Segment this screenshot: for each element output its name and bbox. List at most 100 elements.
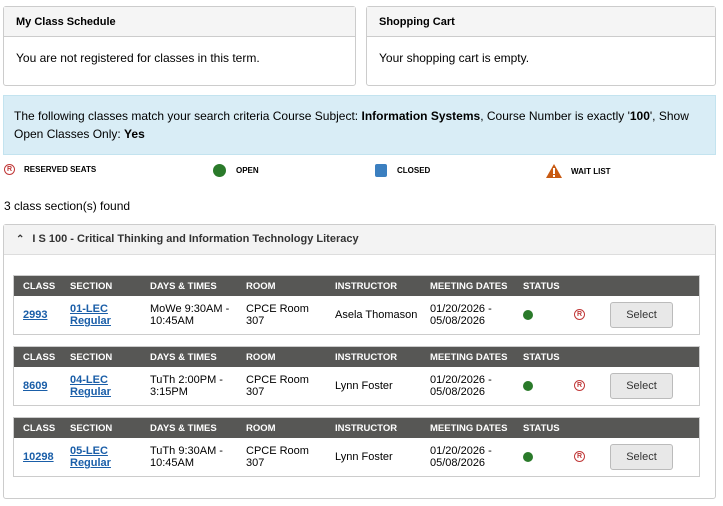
closed-icon [375,164,387,177]
dates-line: 01/20/2026 - [430,374,492,386]
legend-label: WAIT LIST [571,166,611,176]
column-header-room: ROOM [246,423,276,434]
days-line: TuTh 2:00PM - [150,374,223,386]
legend-waitlist: WAIT LIST [546,164,611,178]
days-line: 10:45AM [150,457,195,469]
dates-line: 05/08/2026 [430,315,486,327]
column-header-days: DAYS & TIMES [150,423,217,434]
column-header-section: SECTION [70,423,113,434]
table-header-row: CLASS SECTION DAYS & TIMES ROOM INSTRUCTOR ME… [14,418,699,438]
dates-line: 01/20/2026 - [430,445,492,457]
column-header-class: CLASS [23,352,56,363]
open-icon [213,164,226,177]
results-count: 3 class section(s) found [4,199,131,213]
column-header-instructor: INSTRUCTOR [335,352,398,363]
section-type[interactable]: Regular [70,315,111,327]
reserved-seats-icon: R [574,309,585,320]
meeting-dates: 01/20/2026 -05/08/2026 [430,374,492,398]
room-line: 307 [246,386,265,398]
select-button[interactable]: Select [610,444,673,470]
column-header-status: STATUS [523,352,560,363]
criteria-number: 100 [629,109,650,123]
meeting-dates: 01/20/2026 -05/08/2026 [430,445,492,469]
column-header-dates: MEETING DATES [430,423,508,434]
meeting-dates: 01/20/2026 -05/08/2026 [430,303,492,327]
days-line: 3:15PM [150,386,188,398]
days-times: TuTh 9:30AM -10:45AM [150,445,223,469]
section-code[interactable]: 04-LEC [70,374,108,386]
wait-list-icon [546,164,562,178]
column-header-dates: MEETING DATES [430,352,508,363]
legend-label: RESERVED SEATS [24,165,97,174]
room: CPCE Room 307 [246,445,309,469]
class-number-link[interactable]: 10298 [23,451,54,463]
column-header-class: CLASS [23,423,56,434]
table-header-row: CLASS SECTION DAYS & TIMES ROOM INSTRUCTOR ME… [14,347,699,367]
column-header-class: CLASS [23,281,56,292]
days-line: 10:45AM [150,315,195,327]
room: CPCE Room 307 [246,303,309,327]
shopping-cart-panel: Shopping Cart Your shopping cart is empt… [366,6,716,86]
column-header-section: SECTION [70,352,113,363]
days-line: MoWe 9:30AM - [150,303,230,315]
class-number-link[interactable]: 2993 [23,309,47,321]
legend-closed: CLOSED [375,164,430,177]
reserved-seats-icon: R [4,164,15,175]
legend-open: OPEN [213,164,259,177]
select-button[interactable]: Select [610,373,673,399]
room-line: CPCE Room [246,445,309,457]
room-line: CPCE Room [246,374,309,386]
room-line: CPCE Room [246,303,309,315]
room: CPCE Room 307 [246,374,309,398]
chevron-up-icon[interactable]: ⌃ [16,234,24,245]
dates-line: 05/08/2026 [430,386,486,398]
open-status-icon [523,381,533,391]
column-header-status: STATUS [523,423,560,434]
criteria-open-only: Yes [124,127,145,141]
days-line: TuTh 9:30AM - [150,445,223,457]
criteria-subject: Information Systems [361,109,481,123]
section-table: CLASS SECTION DAYS & TIMES ROOM INSTRUCTOR ME… [13,346,700,406]
room-line: 307 [246,315,265,327]
section-link[interactable]: 04-LEC Regular [70,374,111,398]
column-header-instructor: INSTRUCTOR [335,281,398,292]
section-type[interactable]: Regular [70,457,111,469]
section-type[interactable]: Regular [70,386,111,398]
open-status-icon [523,452,533,462]
column-header-days: DAYS & TIMES [150,281,217,292]
table-header-row: CLASS SECTION DAYS & TIMES ROOM INSTRUCTOR ME… [14,276,699,296]
section-code[interactable]: 05-LEC [70,445,108,457]
class-number-link[interactable]: 8609 [23,380,47,392]
section-link[interactable]: 01-LEC Regular [70,303,111,327]
column-header-days: DAYS & TIMES [150,352,217,363]
table-row: 10298 05-LEC Regular TuTh 9:30AM -10:45AM… [14,438,699,476]
room-line: 307 [246,457,265,469]
days-times: TuTh 2:00PM -3:15PM [150,374,223,398]
schedule-message: You are not registered for classes in th… [16,51,260,65]
select-button[interactable]: Select [610,302,673,328]
dates-line: 05/08/2026 [430,457,486,469]
column-header-room: ROOM [246,281,276,292]
legend-label: CLOSED [397,166,431,175]
instructor: Lynn Foster [335,380,393,392]
column-header-room: ROOM [246,352,276,363]
table-row: 2993 01-LEC Regular MoWe 9:30AM -10:45AM … [14,296,699,334]
criteria-text: , Course Number is exactly ' [480,109,630,123]
reserved-seats-icon: R [574,380,585,391]
days-times: MoWe 9:30AM -10:45AM [150,303,229,327]
open-status-icon [523,310,533,320]
instructor: Lynn Foster [335,451,393,463]
legend-reserved: R RESERVED SEATS [4,164,96,175]
my-class-schedule-panel: My Class Schedule You are not registered… [3,6,356,86]
legend-label: OPEN [236,166,259,175]
section-code[interactable]: 01-LEC [70,303,108,315]
column-header-status: STATUS [523,281,560,292]
section-table: CLASS SECTION DAYS & TIMES ROOM INSTRUCTOR ME… [13,275,700,335]
cart-message: Your shopping cart is empty. [379,51,530,65]
reserved-seats-icon: R [574,451,585,462]
instructor: Asela Thomason [335,309,418,321]
course-header[interactable]: ⌃ I S 100 - Critical Thinking and Informa… [4,225,715,255]
table-row: 8609 04-LEC Regular TuTh 2:00PM -3:15PM C… [14,367,699,405]
search-criteria-message: The following classes match your search … [3,95,716,155]
section-link[interactable]: 05-LEC Regular [70,445,111,469]
